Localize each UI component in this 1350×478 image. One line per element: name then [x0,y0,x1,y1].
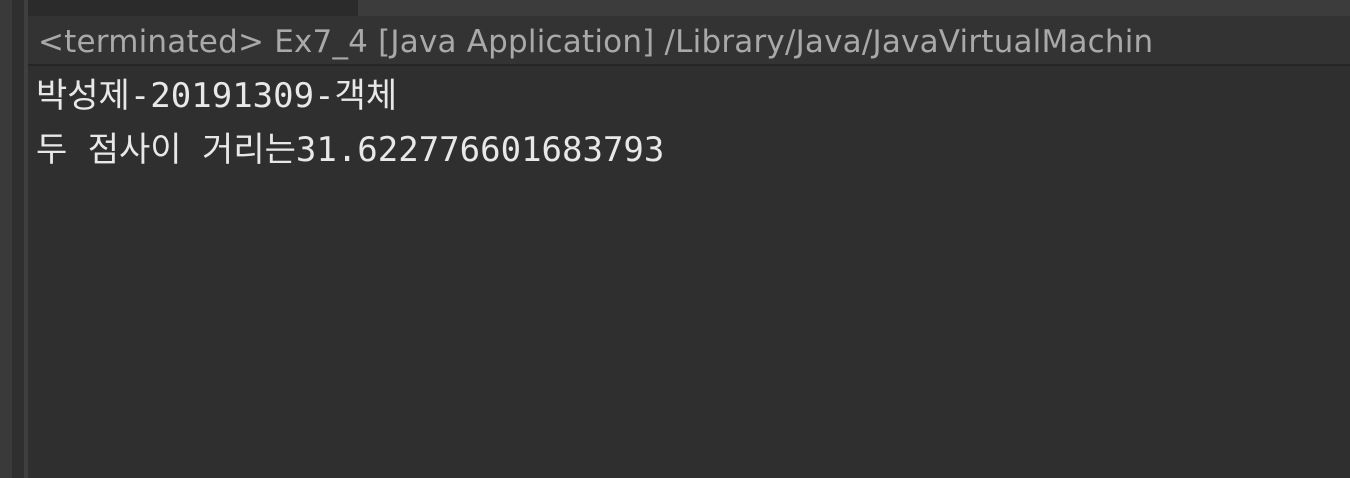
console-view: <terminated> Ex7_4 [Java Application] /L… [0,0,1350,478]
left-gutter [0,0,12,478]
console-output-area[interactable]: 박성제-20191309-객체 두 점사이 거리는31.622776601683… [28,66,1350,478]
console-output-line: 박성제-20191309-객체 [36,76,398,116]
tab-console[interactable] [28,0,358,16]
console-header: <terminated> Ex7_4 [Java Application] /L… [28,16,1350,66]
console-output-line: 두 점사이 거리는31.622776601683793 [36,130,665,170]
console-title: <terminated> Ex7_4 [Java Application] /L… [38,24,1154,60]
